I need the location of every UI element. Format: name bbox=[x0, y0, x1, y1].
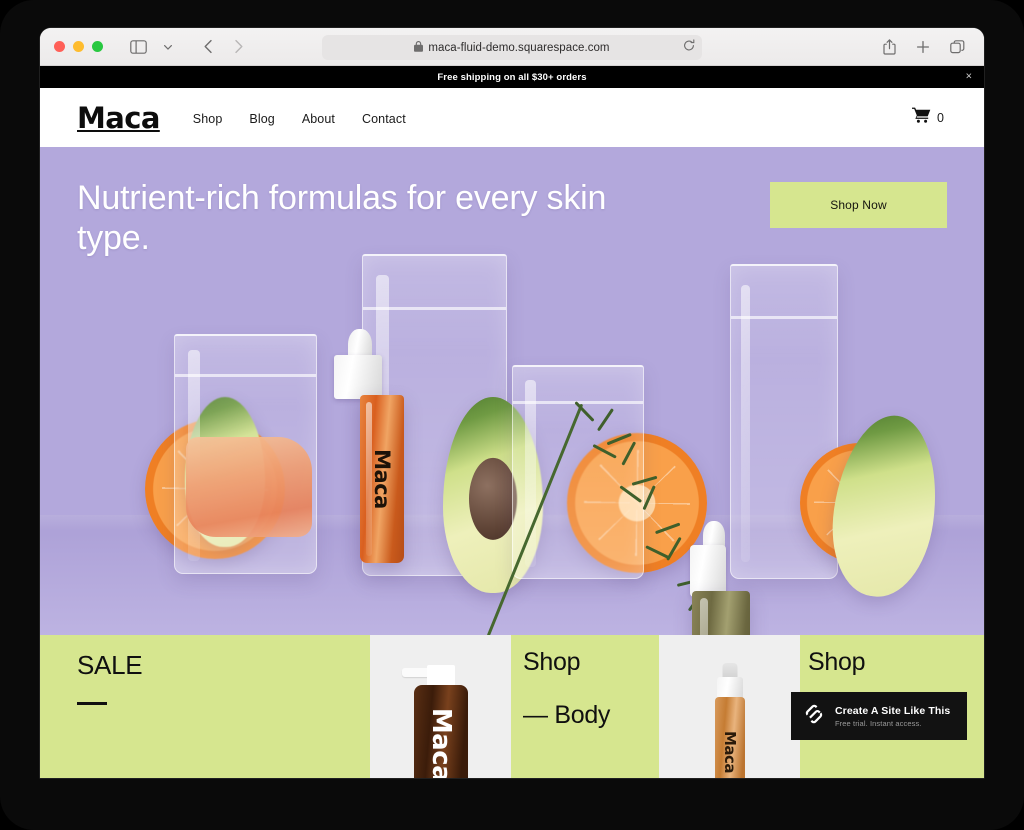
tab-overview-icon[interactable] bbox=[944, 35, 970, 59]
promo-sale-cell[interactable]: SALE bbox=[40, 635, 370, 778]
announcement-bar: Free shipping on all $30+ orders × bbox=[40, 66, 984, 88]
cart-count: 0 bbox=[937, 110, 944, 125]
hero-bottle-amber-label: Maca bbox=[370, 449, 394, 509]
zoom-window-button[interactable] bbox=[92, 41, 103, 52]
squarespace-badge-text: Create A Site Like This Free trial. Inst… bbox=[835, 705, 950, 728]
product-tile-dropper[interactable]: Maca bbox=[659, 635, 800, 778]
squarespace-badge-subtitle: Free trial. Instant access. bbox=[835, 718, 922, 728]
address-bar-container: maca-fluid-demo.squarespace.com bbox=[322, 35, 702, 60]
nav-link-contact[interactable]: Contact bbox=[362, 112, 406, 126]
promo-strip: SALE Maca Shop — Body Maca Shop Create A… bbox=[40, 635, 984, 778]
pump-bottle: Maca bbox=[413, 685, 468, 778]
hero-content: Nutrient-rich formulas for every skin ty… bbox=[40, 147, 984, 258]
chevron-down-icon[interactable] bbox=[155, 35, 181, 59]
hero-heading: Nutrient-rich formulas for every skin ty… bbox=[77, 179, 607, 258]
squarespace-logo-icon bbox=[803, 703, 825, 730]
promo-shop-body-cell[interactable]: Shop — Body bbox=[511, 635, 659, 778]
toolbar-left-controls bbox=[125, 35, 251, 59]
product-tile-pump[interactable]: Maca bbox=[370, 635, 511, 778]
sidebar-icon[interactable] bbox=[125, 35, 151, 59]
share-icon[interactable] bbox=[876, 35, 902, 59]
nav-link-shop[interactable]: Shop bbox=[193, 112, 223, 126]
forward-icon[interactable] bbox=[225, 35, 251, 59]
nav-link-blog[interactable]: Blog bbox=[249, 112, 274, 126]
primary-nav: Shop Blog About Contact bbox=[193, 109, 406, 126]
window-traffic-lights bbox=[54, 41, 103, 52]
hero-section: Maca Maca Nutrient-rich formulas for eve… bbox=[40, 147, 984, 635]
browser-window: maca-fluid-demo.squarespace.com Free shi… bbox=[40, 28, 984, 778]
dropper-collar-tile bbox=[716, 677, 743, 699]
hero-bottle-amber: Maca bbox=[360, 395, 404, 563]
sale-divider bbox=[77, 702, 107, 705]
close-window-button[interactable] bbox=[54, 41, 65, 52]
shop-body-subtitle: — Body bbox=[523, 701, 611, 729]
squarespace-badge[interactable]: Create A Site Like This Free trial. Inst… bbox=[791, 692, 967, 740]
browser-toolbar: maca-fluid-demo.squarespace.com bbox=[40, 28, 984, 66]
nav-link-about[interactable]: About bbox=[302, 112, 335, 126]
hero-bottle-olive: Maca bbox=[692, 591, 750, 635]
minimize-window-button[interactable] bbox=[73, 41, 84, 52]
reload-icon[interactable] bbox=[683, 38, 695, 57]
lock-icon bbox=[414, 40, 424, 55]
dropper-bottle-label: Maca bbox=[720, 730, 739, 774]
squarespace-badge-title: Create A Site Like This bbox=[835, 704, 951, 717]
sale-title: SALE bbox=[77, 650, 143, 680]
new-tab-icon[interactable] bbox=[910, 35, 936, 59]
back-icon[interactable] bbox=[195, 35, 221, 59]
device-frame: maca-fluid-demo.squarespace.com Free shi… bbox=[0, 0, 1024, 830]
shop-now-button[interactable]: Shop Now bbox=[770, 182, 947, 228]
shop-right-title: Shop bbox=[808, 648, 866, 676]
url-text: maca-fluid-demo.squarespace.com bbox=[428, 41, 610, 54]
address-bar[interactable]: maca-fluid-demo.squarespace.com bbox=[322, 35, 702, 60]
grapefruit-slice bbox=[186, 437, 312, 537]
cart-icon bbox=[912, 107, 931, 128]
dropper-bottle: Maca bbox=[714, 697, 745, 778]
toolbar-right-controls bbox=[876, 28, 970, 66]
close-icon[interactable]: × bbox=[966, 71, 972, 83]
url-display: maca-fluid-demo.squarespace.com bbox=[414, 40, 610, 55]
site-logo[interactable]: Maca bbox=[77, 101, 160, 135]
shop-body-title: Shop bbox=[523, 648, 581, 676]
pump-bottle-label: Maca bbox=[425, 707, 456, 778]
announcement-text: Free shipping on all $30+ orders bbox=[437, 71, 587, 83]
cart-button[interactable]: 0 bbox=[912, 107, 947, 128]
site-header: Maca Shop Blog About Contact 0 bbox=[40, 88, 984, 147]
